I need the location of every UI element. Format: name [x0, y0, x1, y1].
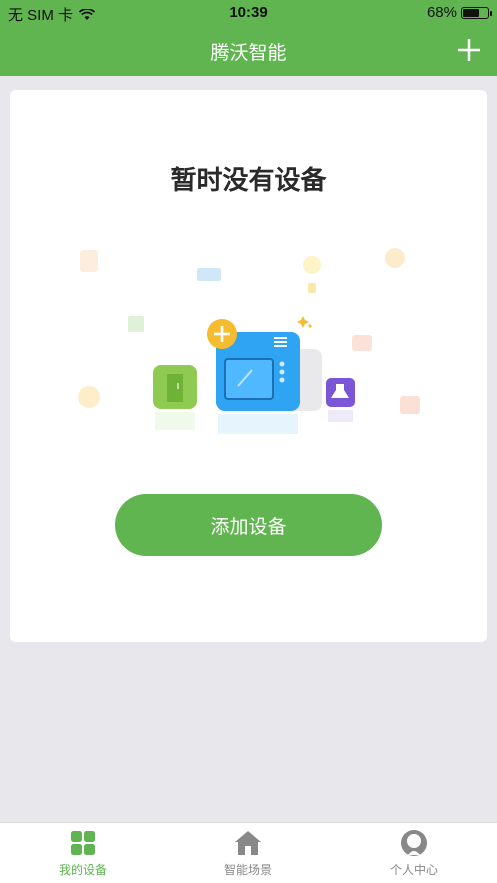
add-device-header-button[interactable] [455, 36, 483, 64]
tab-bar: 我的设备 智能场景 个人中心 [0, 822, 497, 883]
battery-icon [461, 6, 492, 19]
tab-profile[interactable]: 个人中心 [354, 829, 474, 878]
app-header: 无 SIM 卡 10:39 68% 腾沃智能 [0, 0, 497, 76]
tab-my-devices[interactable]: 我的设备 [23, 829, 143, 878]
tab-label: 个人中心 [389, 863, 438, 877]
user-icon [401, 830, 427, 856]
devices-illustration [78, 248, 420, 434]
plus-icon [458, 39, 480, 61]
empty-state-title: 暂时没有设备 [170, 166, 327, 196]
tab-label: 智能场景 [223, 863, 272, 877]
tab-smart-scenes[interactable]: 智能场景 [188, 829, 308, 878]
battery-percent: 68% [426, 4, 457, 21]
empty-device-card: 暂时没有设备 添加设备 [10, 90, 487, 642]
status-bar: 无 SIM 卡 10:39 68% [0, 0, 497, 26]
battery-fill [463, 8, 479, 17]
page-title: 腾沃智能 [210, 42, 287, 64]
title-bar: 腾沃智能 [0, 26, 497, 76]
tab-label: 我的设备 [58, 863, 107, 877]
status-time: 10:39 [229, 4, 268, 21]
grid-icon [71, 831, 95, 855]
status-right: 68% [426, 4, 492, 21]
home-icon [235, 831, 261, 855]
add-device-button[interactable]: 添加设备 [115, 494, 382, 556]
